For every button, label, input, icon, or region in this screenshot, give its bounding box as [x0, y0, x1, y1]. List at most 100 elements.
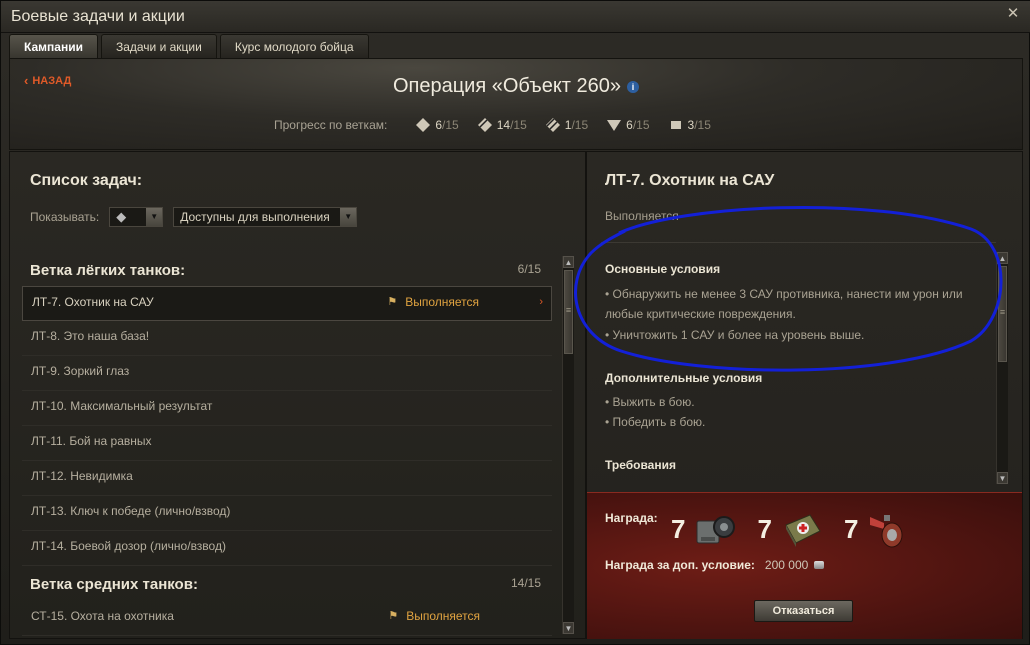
reward-item: 7 [844, 507, 910, 551]
scroll-thumb[interactable]: ≡ [998, 266, 1007, 362]
branch-progress-medium: 14/15 [477, 117, 527, 133]
tab-training-course[interactable]: Курс молодого бойца [219, 34, 369, 58]
decline-button[interactable]: Отказаться [754, 600, 853, 622]
task-row-lt10[interactable]: ЛТ-10. Максимальный результат [22, 391, 552, 426]
details-scrollbar[interactable]: ▲ ≡ ▼ [996, 252, 1008, 484]
branch-progress-heavy: 1/15 [545, 117, 588, 133]
credits-icon [814, 561, 825, 569]
task-row-lt14[interactable]: ЛТ-14. Боевой дозор (лично/взвод) [22, 531, 552, 566]
task-list-panel: Список задач: Показывать: ◆ ▼ Доступны д… [9, 151, 586, 639]
branch-total: /15 [632, 118, 650, 132]
status-filter[interactable]: Доступны для выполнения ▼ [173, 207, 358, 227]
branch-total: /15 [694, 118, 711, 132]
requirements-title: Требования [605, 458, 676, 472]
branch-progress-light: 6/15 [415, 117, 459, 133]
branch-current: 6 [435, 118, 443, 132]
task-row-lt11[interactable]: ЛТ-11. Бой на равных [22, 426, 552, 461]
branch-current: 6 [626, 118, 633, 132]
tank-destroyer-icon [607, 120, 622, 131]
light-tank-icon [416, 118, 431, 132]
extra-reward-value: 200 000 [764, 558, 809, 572]
task-name: ЛТ-7. Охотник на САУ [32, 295, 154, 309]
title-bar: Боевые задачи и акции ✕ [1, 1, 1030, 33]
vehicle-type-filter[interactable]: ◆ ▼ [109, 207, 164, 227]
flag-icon: ⚑ [388, 610, 399, 622]
vehicle-type-icon: ◆ [116, 209, 127, 224]
light-task-list: ЛТ-7. Охотник на САУ ⚑ Выполняется › ЛТ-… [22, 286, 552, 566]
operation-title: Операция «Объект 260» i [10, 75, 1022, 98]
filter-row: Показывать: ◆ ▼ Доступны для выполнения … [30, 207, 358, 227]
medium-task-list: СТ-15. Охота на охотника ⚑ Выполняется [22, 601, 552, 636]
task-name: ЛТ-12. Невидимка [31, 469, 133, 483]
task-list-heading: Список задач: [30, 172, 143, 189]
task-detail-title: ЛТ-7. Охотник на САУ [605, 172, 775, 189]
main-condition-1: • Обнаружить не менее 3 САУ противника, … [605, 287, 963, 321]
tab-bar: Кампании Задачи и акции Курс молодого бо… [9, 34, 369, 58]
task-name: ЛТ-9. Зоркий глаз [31, 364, 130, 378]
scroll-up-icon[interactable]: ▲ [563, 256, 574, 268]
task-row-st15[interactable]: СТ-15. Охота на охотника ⚑ Выполняется [22, 601, 552, 636]
reward-section: Награда: 7 7 7 Награда за доп. условие: … [587, 492, 1022, 639]
branch-progress: Прогресс по веткам: 6/15 14/15 1/15 6/15… [274, 117, 729, 133]
branch-current: 14 [496, 118, 511, 132]
task-name: ЛТ-13. Ключ к победе (лично/взвод) [31, 504, 231, 518]
quests-window: Боевые задачи и акции ✕ Кампании Задачи … [0, 0, 1030, 645]
task-status-text: Выполняется [405, 295, 479, 309]
branch-current: 1 [564, 118, 572, 132]
reward-count: 7 [671, 513, 686, 544]
extra-condition-2: • Победить в бою. [605, 415, 706, 429]
extra-condition-1: • Выжить в бою. [605, 395, 695, 409]
first-aid-kit-icon[interactable] [780, 507, 824, 551]
task-row-lt7[interactable]: ЛТ-7. Охотник на САУ ⚑ Выполняется › [22, 286, 552, 321]
task-row-lt12[interactable]: ЛТ-12. Невидимка [22, 461, 552, 496]
tab-quests[interactable]: Задачи и акции [100, 34, 217, 58]
branch-progress-td: 6/15 [606, 117, 650, 133]
info-icon[interactable]: i [627, 80, 640, 93]
operation-header: ‹ НАЗАД Операция «Объект 260» i Прогресс … [9, 58, 1023, 150]
divider [601, 242, 996, 243]
branch-total: /15 [510, 118, 527, 132]
scroll-thumb[interactable]: ≡ [564, 270, 573, 354]
reward-items: 7 7 7 [671, 507, 930, 551]
chevron-down-icon: ▼ [340, 208, 357, 226]
medium-branch-count: 14/15 [510, 576, 541, 590]
extra-reward: Награда за доп. условие: 200 000 [605, 558, 825, 572]
tab-campaigns[interactable]: Кампании [9, 34, 98, 58]
operation-title-text: Операция «Объект 260» [392, 75, 622, 97]
scroll-up-icon[interactable]: ▲ [997, 252, 1008, 264]
spg-icon [670, 121, 681, 129]
light-branch-title: Ветка лёгких танков: [30, 262, 186, 279]
task-name: ЛТ-14. Боевой дозор (лично/взвод) [31, 539, 226, 553]
fire-extinguisher-icon[interactable] [866, 507, 910, 551]
reward-count: 7 [757, 513, 772, 544]
scroll-down-icon[interactable]: ▼ [997, 472, 1008, 484]
branch-current: 3 [687, 118, 695, 132]
main-condition-2: • Уничтожить 1 САУ и более на уровень вы… [605, 328, 865, 342]
task-name: СТ-15. Охота на охотника [31, 609, 174, 623]
task-status: ⚑ Выполняется [387, 287, 479, 317]
reward-item: 7 [757, 507, 823, 551]
filter-label: Показывать: [30, 210, 100, 224]
window-title: Боевые задачи и акции [11, 8, 185, 25]
chevron-right-icon: › [539, 296, 543, 308]
repair-kit-icon[interactable] [693, 507, 737, 551]
branch-progress-spg: 3/15 [668, 117, 711, 133]
reward-item: 7 [671, 507, 737, 551]
task-name: ЛТ-8. Это наша база! [31, 329, 150, 343]
task-list-scrollbar[interactable]: ▲ ≡ ▼ [562, 256, 574, 634]
scroll-down-icon[interactable]: ▼ [563, 622, 574, 634]
task-name: ЛТ-10. Максимальный результат [31, 399, 213, 413]
close-icon[interactable]: ✕ [1005, 6, 1021, 22]
flag-icon: ⚑ [387, 296, 398, 308]
medium-branch-title: Ветка средних танков: [30, 576, 198, 593]
medium-tank-icon [477, 118, 492, 132]
task-name: ЛТ-11. Бой на равных [31, 434, 152, 448]
task-row-lt13[interactable]: ЛТ-13. Ключ к победе (лично/взвод) [22, 496, 552, 531]
task-row-lt9[interactable]: ЛТ-9. Зоркий глаз [22, 356, 552, 391]
task-row-lt8[interactable]: ЛТ-8. Это наша база! [22, 321, 552, 356]
task-details-panel: ЛТ-7. Охотник на САУ Выполняется Основны… [586, 151, 1023, 639]
chevron-down-icon: ▼ [146, 208, 163, 226]
extra-reward-label: Награда за доп. условие: [605, 558, 755, 572]
branch-total: /15 [442, 118, 459, 132]
task-detail-state: Выполняется [605, 209, 679, 223]
